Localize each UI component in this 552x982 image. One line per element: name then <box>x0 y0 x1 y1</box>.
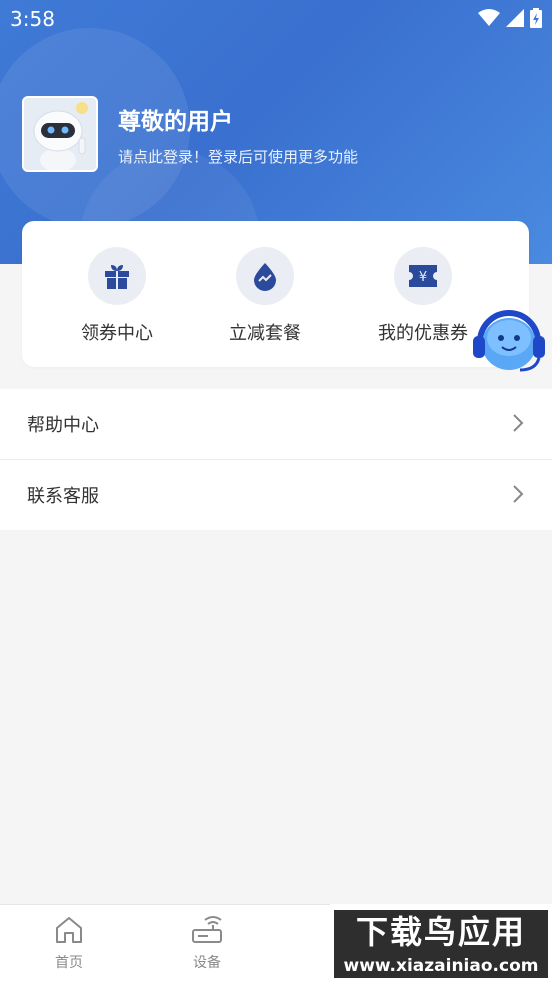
router-icon <box>192 916 222 943</box>
gift-icon <box>105 265 129 289</box>
icon-circle <box>236 247 294 305</box>
quick-action-discount-plan[interactable]: 立减套餐 <box>190 247 340 345</box>
robot-avatar-icon <box>24 98 96 170</box>
settings-menu: 帮助中心 联系客服 <box>0 389 552 530</box>
signal-icon <box>506 9 524 27</box>
menu-item-help-center[interactable]: 帮助中心 <box>0 389 552 460</box>
icon-circle: ¥ <box>394 247 452 305</box>
menu-item-contact-service[interactable]: 联系客服 <box>0 460 552 530</box>
login-tip[interactable]: 请点此登录！登录后可使用更多功能 <box>118 146 358 167</box>
user-name[interactable]: 尊敬的用户 <box>118 102 233 136</box>
service-robot-icon <box>473 310 545 372</box>
trend-drop-icon <box>254 263 276 291</box>
menu-item-label: 联系客服 <box>27 486 99 507</box>
customer-service-float-button[interactable] <box>470 308 548 378</box>
battery-icon <box>530 8 542 28</box>
watermark-logo: 下载鸟应用 www.xiazainiao.com <box>330 904 552 981</box>
status-bar: 3:58 <box>0 0 552 38</box>
chevron-right-icon <box>513 485 524 503</box>
avatar[interactable] <box>22 96 98 172</box>
watermark-url: www.xiazainiao.com <box>334 954 548 978</box>
wifi-icon <box>478 9 500 26</box>
tab-label: 首页 <box>55 955 83 971</box>
tab-home[interactable]: 首页 <box>29 915 109 972</box>
tab-label: 设备 <box>193 955 221 971</box>
status-time: 3:58 <box>10 7 55 31</box>
svg-text:¥: ¥ <box>419 270 427 285</box>
chevron-right-icon <box>513 414 524 432</box>
menu-item-label: 帮助中心 <box>27 415 99 436</box>
home-icon <box>56 917 82 943</box>
quick-action-label: 领券中心 <box>81 323 153 344</box>
icon-circle <box>88 247 146 305</box>
watermark-title: 下载鸟应用 <box>334 910 548 954</box>
tab-devices[interactable]: 设备 <box>167 915 247 972</box>
quick-action-coupon-center[interactable]: 领券中心 <box>42 247 192 345</box>
quick-action-label: 立减套餐 <box>229 323 301 344</box>
ticket-yen-icon: ¥ <box>409 265 437 287</box>
quick-actions-card: 领券中心 立减套餐 ¥ 我的优惠券 <box>22 221 529 367</box>
